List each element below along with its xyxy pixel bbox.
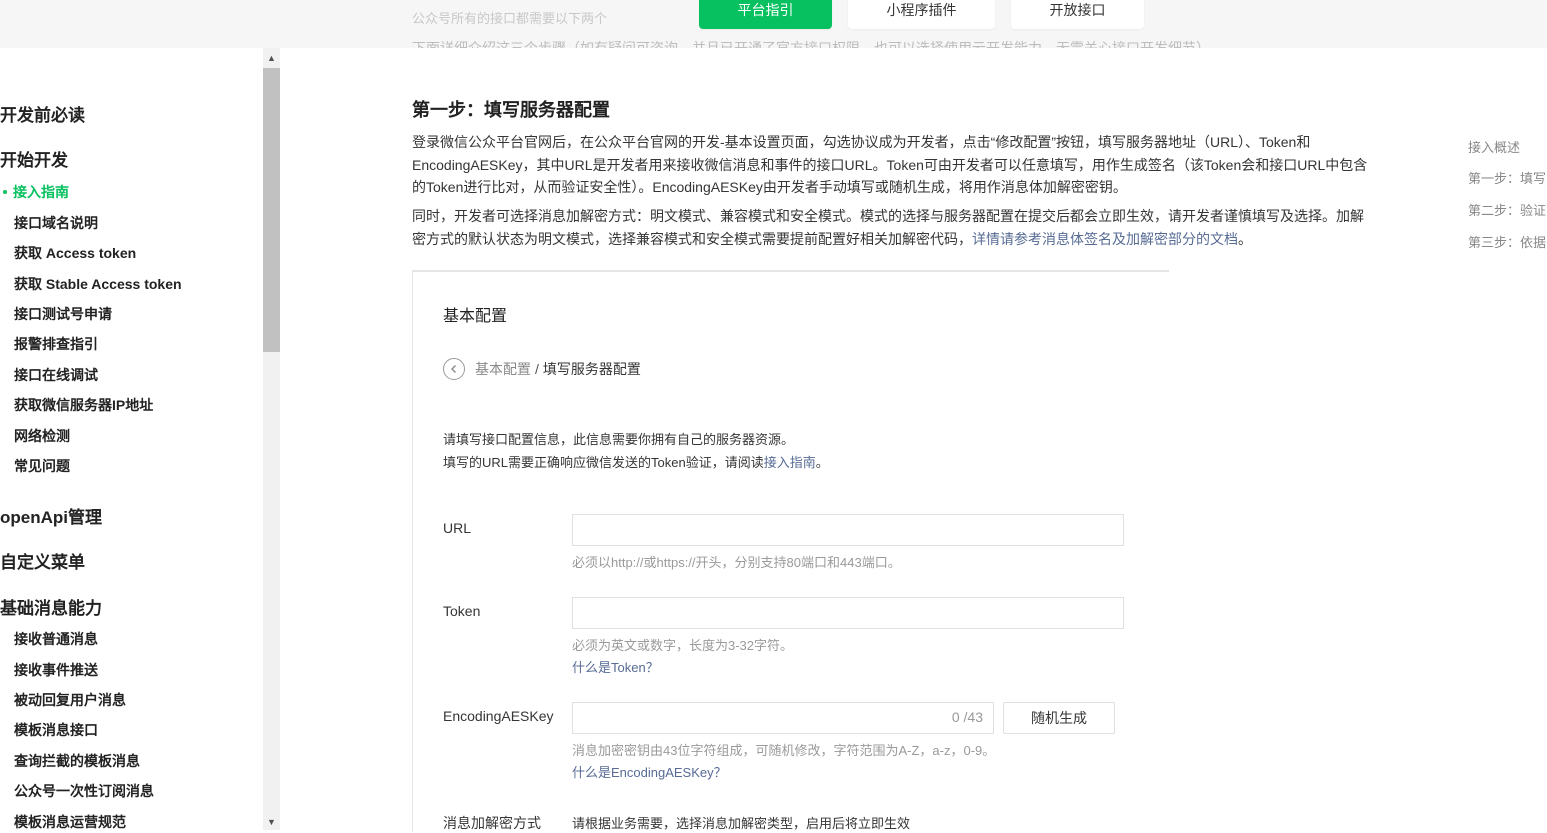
sidebar-item-blocked-template[interactable]: 查询拦截的模板消息 [14,751,140,771]
toc-step3[interactable]: 第三步：依据 [1468,232,1547,251]
breadcrumb-current: 填写服务器配置 [542,361,641,377]
sidebar-item-access-guide[interactable]: 接入指南 [0,182,69,202]
sidebar-item-test-account[interactable]: 接口测试号申请 [14,304,112,324]
sidebar-item-passive-reply[interactable]: 被动回复用户消息 [14,690,126,710]
random-generate-button[interactable]: 随机生成 [1003,702,1115,734]
config-info-text: 填写的URL需要正确响应微信发送的Token验证，请阅读 [443,454,764,470]
config-info-line2: 填写的URL需要正确响应微信发送的Token验证，请阅读接入指南。 [443,452,829,475]
encrypt-mode-label: 消息加解密方式 [443,815,541,831]
sidebar-item-alarm-guide[interactable]: 报警排查指引 [14,334,98,354]
config-info-line1: 请填写接口配置信息，此信息需要你拥有自己的服务器资源。 [443,432,795,447]
url-label: URL [443,520,472,536]
aes-key-tip: 消息加密密钥由43位字符组成，可随机修改，字符范围为A-Z，a-z，0-9。 [572,743,996,758]
sidebar-item-network-check[interactable]: 网络检测 [14,426,70,446]
sidebar-item-access-token[interactable]: 获取 Access token [14,243,136,263]
faded-header-text: 公众号所有的接口都需要以下两个 [412,11,608,26]
nav-open-api[interactable]: 开放接口 [1011,0,1144,29]
access-guide-link[interactable]: 接入指南 [764,455,816,470]
top-bar: 公众号所有的接口都需要以下两个 下面详细介绍这三个步骤（如有疑问可咨询，并且已开… [0,0,1547,48]
step1-paragraph: 登录微信公众平台官网后，在公众平台官网的开发-基本设置页面，勾选协议成为开发者，… [412,134,1368,195]
scroll-down-icon[interactable]: ▼ [263,814,280,830]
token-tip: 必须为英文或数字，长度为3-32字符。 [572,638,794,653]
config-info: 请填写接口配置信息，此信息需要你拥有自己的服务器资源。 填写的URL需要正确响应… [443,429,829,474]
sidebar-item-template-api[interactable]: 模板消息接口 [14,720,98,740]
breadcrumb-basic-config[interactable]: 基本配置 [475,359,531,379]
sidebar-group-before-dev[interactable]: 开发前必读 [0,101,85,126]
token-input[interactable] [572,597,1124,629]
sidebar-item-online-debug[interactable]: 接口在线调试 [14,365,98,385]
what-is-token-link[interactable]: 什么是Token？ [572,657,659,676]
step1-heading: 第一步：填写服务器配置 [412,100,610,120]
scrollbar-thumb[interactable] [263,68,280,352]
sidebar: 开发前必读 开始开发 接入指南 接口域名说明 获取 Access token 获… [0,48,263,830]
url-input[interactable] [572,514,1124,546]
aes-key-input[interactable]: 0 /43 [572,702,994,734]
config-info-end: 。 [815,454,829,470]
sidebar-item-faq[interactable]: 常见问题 [14,456,70,476]
sidebar-item-event-push[interactable]: 接收事件推送 [14,660,98,680]
sidebar-group-start-dev[interactable]: 开始开发 [0,146,68,171]
aes-key-label: EncodingAESKey [443,708,554,724]
sidebar-item-domain[interactable]: 接口域名说明 [14,213,98,233]
toc-step1[interactable]: 第一步：填写 [1468,168,1547,187]
scroll-up-icon[interactable]: ▲ [263,50,280,66]
nav-platform-guide[interactable]: 平台指引 [699,0,832,29]
config-screenshot-card: 基本配置 基本配置 / 填写服务器配置 请填写接口配置信息，此信息需要你拥有自己… [412,270,1169,832]
toc-overview[interactable]: 接入概述 [1468,137,1547,156]
sidebar-group-custom-menu[interactable]: 自定义菜单 [0,548,85,573]
nav-miniprogram-plugin[interactable]: 小程序插件 [848,0,995,29]
sidebar-item-one-time-subscribe[interactable]: 公众号一次性订阅消息 [14,781,154,801]
encrypt-mode-tip: 请根据业务需要，选择消息加解密类型，启用后将立即生效 [572,816,911,831]
what-is-aes-key-link[interactable]: 什么是EncodingAESKey？ [572,762,727,781]
toc-step2[interactable]: 第二步：验证 [1468,200,1547,219]
sidebar-item-server-ip[interactable]: 获取微信服务器IP地址 [14,395,153,415]
faded-intro-text: 下面详细介绍这三个步骤（如有疑问可咨询，并且已开通了官方接口权限，也可以选择使用… [412,40,1210,48]
encryption-text-end: 。 [1238,230,1252,247]
sidebar-item-template-rules[interactable]: 模板消息运营规范 [14,812,126,830]
token-label: Token [443,603,481,619]
sidebar-group-openapi[interactable]: openApi管理 [0,503,102,528]
back-icon[interactable] [443,358,465,380]
card-title: 基本配置 [443,308,508,325]
signature-doc-link[interactable]: 详情请参考消息体签名及加解密部分的文档 [972,231,1238,247]
breadcrumb: 基本配置 / 填写服务器配置 [443,356,641,382]
sidebar-scrollbar[interactable]: ▲ ▼ [263,48,280,830]
sidebar-item-receive-message[interactable]: 接收普通消息 [14,629,98,649]
url-tip: 必须以http://或https://开头，分别支持80端口和443端口。 [572,555,901,570]
breadcrumb-separator: / [535,361,539,377]
sidebar-group-basic-message[interactable]: 基础消息能力 [0,594,102,619]
encryption-paragraph: 同时，开发者可选择消息加解密方式：明文模式、兼容模式和安全模式。模式的选择与服务… [412,205,1372,250]
sidebar-item-stable-token[interactable]: 获取 Stable Access token [14,274,182,294]
aes-key-counter: 0 /43 [951,709,983,725]
active-dot-icon [3,189,7,194]
sidebar-item-label: 接入指南 [13,184,69,200]
